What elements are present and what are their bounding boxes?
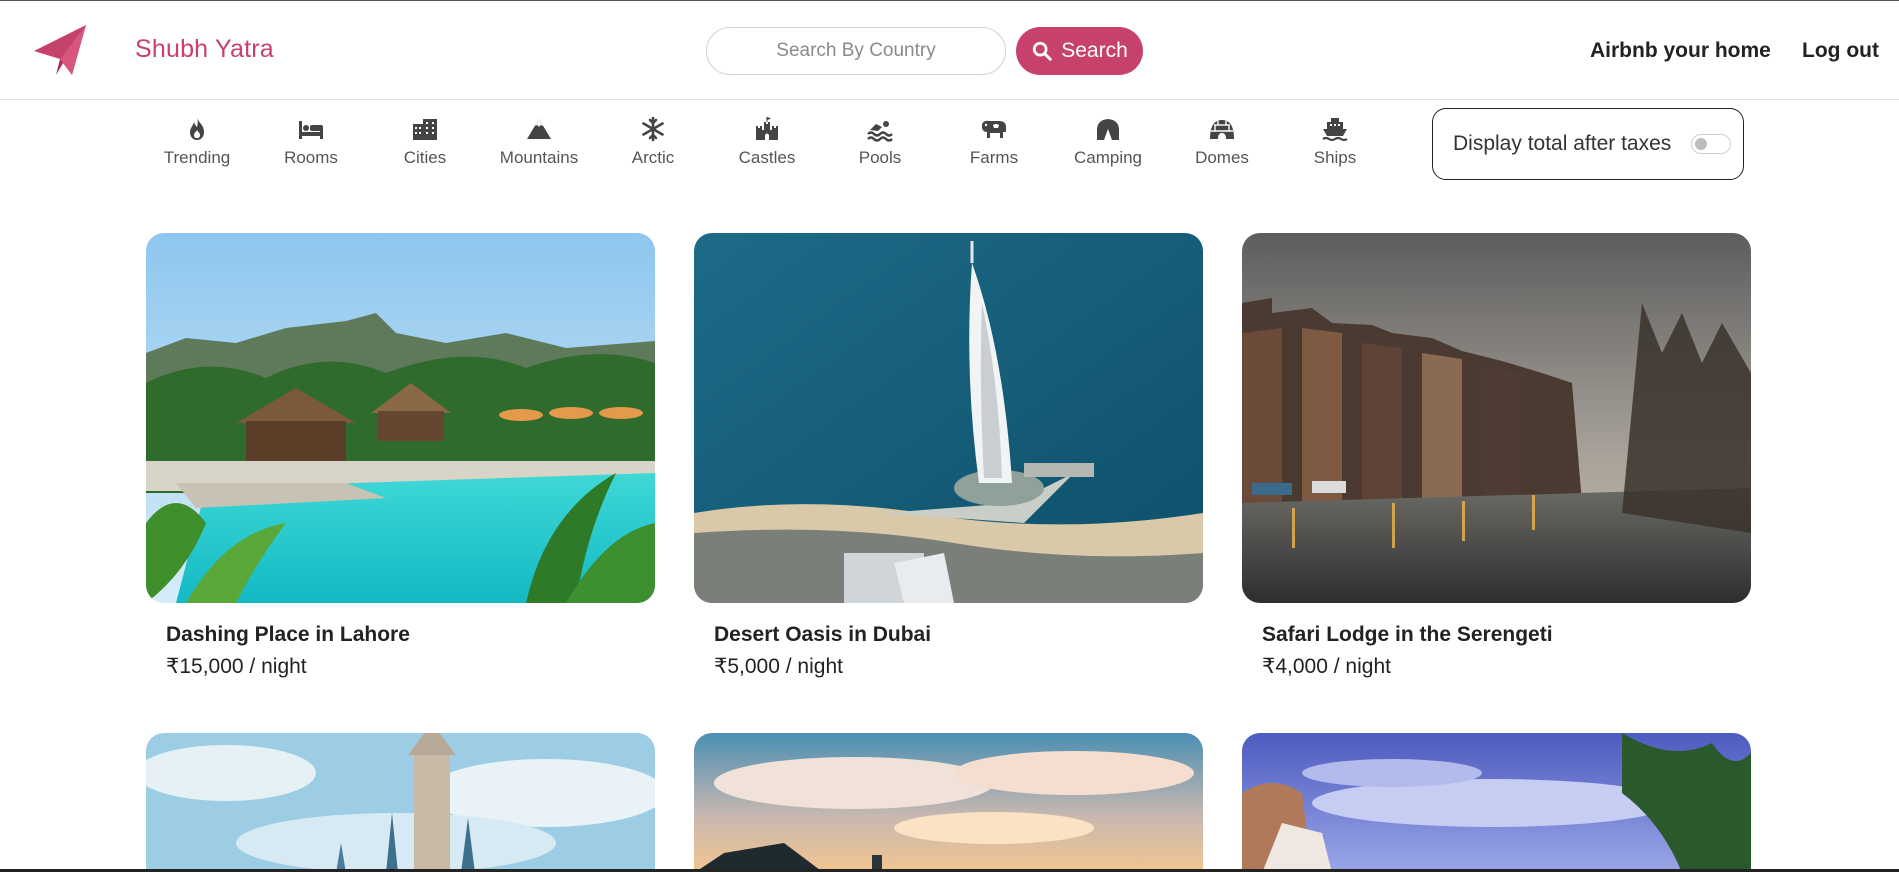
- listing-photo-tropical[interactable]: [1242, 733, 1751, 872]
- listing-price: ₹5,000 / night: [714, 655, 843, 678]
- snowflake-icon: [642, 116, 664, 142]
- listing-card[interactable]: [694, 733, 1203, 872]
- listing-card[interactable]: [1242, 733, 1751, 872]
- listing-price: ₹15,000 / night: [166, 655, 307, 678]
- filter-cities[interactable]: Cities: [375, 116, 475, 168]
- ship-icon: [1322, 118, 1348, 142]
- tax-toggle-box: Display total after taxes: [1432, 108, 1744, 180]
- brand-name[interactable]: Shubh Yatra: [135, 35, 274, 64]
- city-icon: [413, 119, 437, 140]
- filter-label: Cities: [403, 148, 447, 167]
- filter-label: Castles: [738, 148, 796, 167]
- listing-price: ₹4,000 / night: [1262, 655, 1391, 678]
- logout-link[interactable]: Log out: [1802, 39, 1879, 63]
- search-icon: [1033, 41, 1052, 61]
- search-button-label: Search: [1061, 39, 1128, 62]
- filter-label: Pools: [858, 148, 902, 167]
- listing-photo-lahore[interactable]: [146, 233, 655, 603]
- filter-label: Arctic: [631, 148, 675, 167]
- listing-photo-sunset[interactable]: [694, 733, 1203, 872]
- filter-mountains[interactable]: Mountains: [489, 116, 589, 168]
- filter-domes[interactable]: Domes: [1172, 116, 1272, 168]
- fire-icon: [190, 118, 204, 140]
- filter-label: Trending: [163, 148, 231, 167]
- castle-icon: [756, 117, 778, 140]
- switch-knob: [1695, 138, 1708, 150]
- listing-title: Desert Oasis in Dubai: [714, 623, 932, 646]
- filter-trending[interactable]: Trending: [147, 116, 247, 168]
- mountain-icon: [527, 119, 551, 139]
- filter-rooms[interactable]: Rooms: [261, 116, 361, 168]
- filter-farms[interactable]: Farms: [944, 116, 1044, 168]
- tent-icon: [1097, 119, 1119, 140]
- swimmer-icon: [867, 121, 893, 142]
- listing-card[interactable]: [146, 733, 655, 872]
- filter-label: Ships: [1313, 148, 1357, 167]
- filter-label: Mountains: [499, 148, 579, 167]
- search-input[interactable]: [706, 27, 1006, 75]
- filter-castles[interactable]: Castles: [717, 116, 817, 168]
- listing-photo-castle[interactable]: [146, 733, 655, 872]
- igloo-icon: [1210, 120, 1234, 139]
- filter-label: Rooms: [284, 148, 338, 167]
- filter-pools[interactable]: Pools: [830, 116, 930, 168]
- filter-label: Domes: [1195, 148, 1249, 167]
- filter-ships[interactable]: Ships: [1285, 116, 1385, 168]
- tax-toggle-switch[interactable]: [1691, 134, 1732, 154]
- listing-card[interactable]: Safari Lodge in the Serengeti ₹4,000 / n…: [1242, 233, 1751, 678]
- filter-label: Camping: [1073, 148, 1143, 167]
- filter-label: Farms: [969, 148, 1019, 167]
- listing-photo-serengeti[interactable]: [1242, 233, 1751, 603]
- airbnb-your-home-link[interactable]: Airbnb your home: [1590, 39, 1771, 63]
- filter-arctic[interactable]: Arctic: [603, 116, 703, 168]
- paper-plane-logo-icon[interactable]: [32, 23, 88, 77]
- listing-title: Safari Lodge in the Serengeti: [1262, 623, 1553, 646]
- navbar: Shubh Yatra Search Airbnb your home Log …: [0, 1, 1899, 100]
- bed-icon: [299, 121, 323, 139]
- listing-card[interactable]: Desert Oasis in Dubai ₹5,000 / night: [694, 233, 1203, 678]
- filter-camping[interactable]: Camping: [1058, 116, 1158, 168]
- cow-icon: [982, 120, 1006, 138]
- tax-toggle-label: Display total after taxes: [1453, 132, 1672, 155]
- listing-card[interactable]: Dashing Place in Lahore ₹15,000 / night: [146, 233, 655, 678]
- listing-title: Dashing Place in Lahore: [166, 623, 410, 646]
- listing-photo-dubai[interactable]: [694, 233, 1203, 603]
- search-button[interactable]: Search: [1016, 27, 1143, 75]
